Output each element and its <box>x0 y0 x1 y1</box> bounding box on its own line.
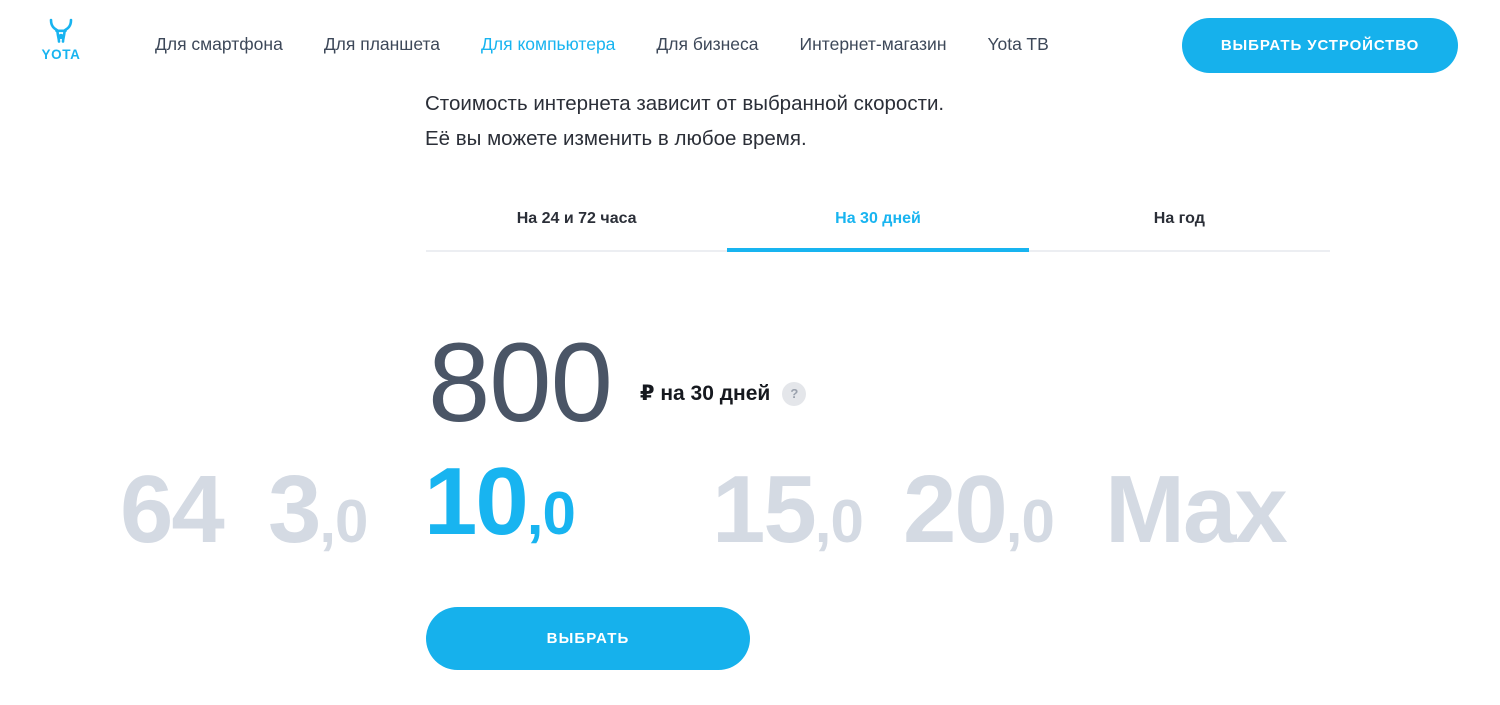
speed-option-10[interactable]: 10 ,0 <box>424 448 576 555</box>
main-navigation: Для смартфона Для планшета Для компьютер… <box>155 31 1049 57</box>
speed-selector: 64 3 ,0 10 ,0 15 ,0 20 ,0 Max МБИТ/С <box>0 448 1500 568</box>
intro-line-1: Стоимость интернета зависит от выбранной… <box>425 92 945 115</box>
speed-option-3[interactable]: 3 ,0 <box>268 456 368 563</box>
nav-item-smartphone[interactable]: Для смартфона <box>155 31 283 57</box>
page-root: YOTA Для смартфона Для планшета Для комп… <box>0 0 1500 705</box>
tab-30-days[interactable]: На 30 дней <box>727 196 1029 252</box>
speed-option-20[interactable]: 20 ,0 <box>903 456 1055 563</box>
nav-item-business[interactable]: Для бизнеса <box>656 31 758 57</box>
period-tabs: На 24 и 72 часа На 30 дней На год <box>426 196 1331 252</box>
intro-text: Стоимость интернета зависит от выбранной… <box>425 86 944 156</box>
speed-option-max[interactable]: Max <box>1105 456 1288 563</box>
nav-item-tablet[interactable]: Для планшета <box>324 31 440 57</box>
speed-option-64[interactable]: 64 <box>120 456 225 563</box>
speed-value-whole: 64 <box>120 456 225 563</box>
question-mark-icon[interactable]: ? <box>782 381 807 406</box>
price-amount: 800 <box>428 319 613 445</box>
tab-24-72-hours[interactable]: На 24 и 72 часа <box>426 196 728 252</box>
tab-year[interactable]: На год <box>1028 196 1331 252</box>
speed-value-frac: ,0 <box>319 488 368 555</box>
price-block: 800 ₽ на 30 дней ? <box>428 319 807 445</box>
price-unit-group: ₽ на 30 дней ? <box>639 381 807 406</box>
speed-value-whole: 15 <box>712 456 817 563</box>
nav-item-online-store[interactable]: Интернет-магазин <box>800 31 947 57</box>
speed-value-whole: 3 <box>268 456 321 563</box>
logo-wordmark: YOTA <box>41 47 81 62</box>
speed-option-15[interactable]: 15 ,0 <box>712 456 864 563</box>
speed-value-frac: ,0 <box>526 480 576 547</box>
speed-value-whole: 20 <box>903 456 1008 563</box>
site-header: YOTA Для смартфона Для планшета Для комп… <box>0 0 1500 92</box>
speed-value-frac: ,0 <box>1005 488 1055 555</box>
speed-value-whole: Max <box>1105 456 1288 563</box>
yota-figure-icon <box>49 18 73 43</box>
nav-item-yota-tv[interactable]: Yota TB <box>987 31 1048 57</box>
speed-value-frac: ,0 <box>814 488 864 555</box>
price-period-label: ₽ на 30 дней <box>639 382 771 405</box>
choose-device-button[interactable]: ВЫБРАТЬ УСТРОЙСТВО <box>1182 18 1458 73</box>
select-plan-button[interactable]: ВЫБРАТЬ <box>426 607 750 670</box>
speed-value-whole: 10 <box>424 448 529 555</box>
nav-item-computer[interactable]: Для компьютера <box>481 31 615 57</box>
intro-line-2: Её вы можете изменить в любое время. <box>425 127 807 150</box>
yota-logo[interactable]: YOTA <box>33 17 89 69</box>
